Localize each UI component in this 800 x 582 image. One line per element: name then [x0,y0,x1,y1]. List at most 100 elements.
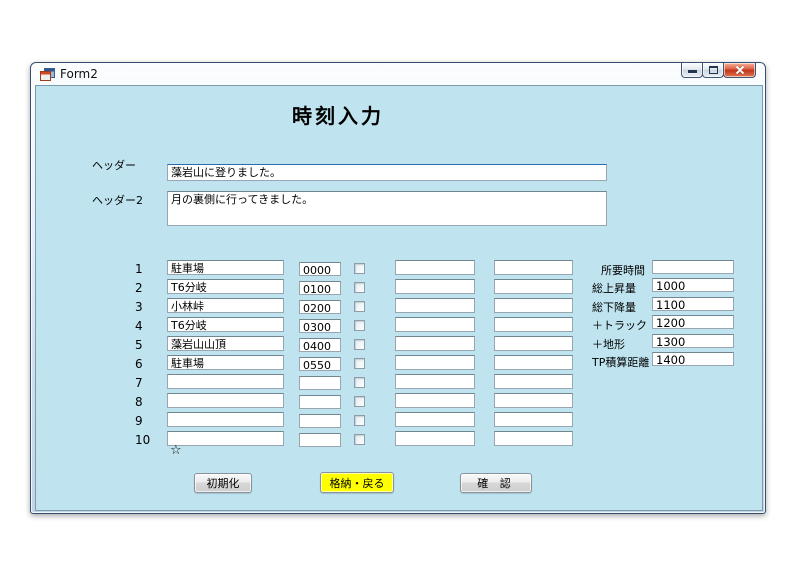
row-name-input[interactable] [167,374,284,389]
table-row: 9 [132,412,577,431]
summary-row: ＋トラック 1200 [590,315,772,333]
row-col5-input[interactable] [494,260,573,275]
summary-label: 総下降量 [592,299,636,315]
summary-label: ＋地形 [592,336,625,352]
row-col4-input[interactable] [395,317,475,332]
summary-row: 総上昇量 1000 [590,278,772,296]
row-checkbox[interactable] [354,434,365,445]
row-checkbox[interactable] [354,415,365,426]
row-col5-input[interactable] [494,431,573,446]
row-number: 2 [135,281,143,295]
summary-label: ＋トラック [592,317,647,333]
row-checkbox[interactable] [354,282,365,293]
row-number: 6 [135,357,143,371]
row-name-input[interactable]: 小林峠 [167,298,284,313]
star-label: ☆ [170,443,182,458]
row-name-input[interactable]: T6分岐 [167,317,284,332]
row-name-input[interactable]: 藻岩山山頂 [167,336,284,351]
summary-label: TP積算距離 [592,354,649,370]
row-col4-input[interactable] [395,336,475,351]
row-name-input[interactable]: T6分岐 [167,279,284,294]
row-number: 8 [135,395,143,409]
row-time-input[interactable] [299,395,341,409]
row-col5-input[interactable] [494,336,573,351]
row-col4-input[interactable] [395,355,475,370]
table-row: 7 [132,374,577,393]
row-name-input[interactable]: 駐車場 [167,260,284,275]
row-col5-input[interactable] [494,412,573,427]
table-row: 5 藻岩山山頂 0400 [132,336,577,355]
row-col5-input[interactable] [494,298,573,313]
row-col5-input[interactable] [494,355,573,370]
table-row: 8 [132,393,577,412]
row-name-input[interactable]: 駐車場 [167,355,284,370]
row-time-input[interactable] [299,414,341,428]
row-col4-input[interactable] [395,412,475,427]
row-checkbox[interactable] [354,377,365,388]
summary-label: 総上昇量 [592,280,636,296]
row-col5-input[interactable] [494,374,573,389]
row-col4-input[interactable] [395,431,475,446]
row-time-input[interactable]: 0300 [299,319,341,333]
row-number: 3 [135,300,143,314]
table-row: 10 [132,431,577,450]
row-checkbox[interactable] [354,358,365,369]
row-col5-input[interactable] [494,317,573,332]
window-title: Form2 [60,67,98,81]
summary-row: ＋地形 1300 [590,334,772,352]
row-number: 10 [135,433,150,447]
maximize-button[interactable] [702,63,724,78]
row-number: 4 [135,319,143,333]
summary-value-input[interactable]: 1300 [652,334,734,348]
row-checkbox[interactable] [354,301,365,312]
row-name-input[interactable] [167,412,284,427]
row-checkbox[interactable] [354,339,365,350]
summary-value-input[interactable] [652,260,734,274]
minimize-icon [688,70,697,73]
confirm-button[interactable]: 確 認 [460,473,532,493]
row-time-input[interactable]: 0200 [299,300,341,314]
row-checkbox[interactable] [354,320,365,331]
summary-value-input[interactable]: 1400 [652,352,734,366]
header1-label: ヘッダー [92,157,136,173]
store-return-button[interactable]: 格納・戻る [320,472,394,493]
title-bar[interactable]: Form2 [31,63,765,85]
summary-row: 総下降量 1100 [590,297,772,315]
row-checkbox[interactable] [354,263,365,274]
row-number: 9 [135,414,143,428]
table-row: 2 T6分岐 0100 [132,279,577,298]
row-col4-input[interactable] [395,298,475,313]
header1-input[interactable]: 藻岩山に登りました。 [167,164,607,181]
table-row: 4 T6分岐 0300 [132,317,577,336]
row-col4-input[interactable] [395,279,475,294]
desktop: Form2 時刻入力 ヘッダー 藻岩山に登りました。 ヘッダー2 月の裏側に行っ… [0,0,800,582]
row-col5-input[interactable] [494,393,573,408]
row-col5-input[interactable] [494,279,573,294]
close-icon [734,64,746,76]
table-row: 1 駐車場 0000 [132,260,577,279]
summary-value-input[interactable]: 1000 [652,278,734,292]
row-time-input[interactable]: 0100 [299,281,341,295]
row-time-input[interactable]: 0400 [299,338,341,352]
summary-value-input[interactable]: 1200 [652,315,734,329]
waypoint-table: 1 駐車場 0000 2 T6分岐 0100 3 [132,260,577,450]
winforms-app-icon [40,68,55,81]
initialize-button[interactable]: 初期化 [194,473,252,493]
row-col4-input[interactable] [395,374,475,389]
header2-label: ヘッダー2 [92,192,143,208]
summary-row: TP積算距離 1400 [590,352,772,370]
minimize-button[interactable] [681,63,703,78]
row-time-input[interactable]: 0000 [299,262,341,276]
row-col4-input[interactable] [395,260,475,275]
row-time-input[interactable] [299,433,341,447]
row-time-input[interactable]: 0550 [299,357,341,371]
row-checkbox[interactable] [354,396,365,407]
maximize-icon [709,66,718,74]
row-name-input[interactable] [167,393,284,408]
row-name-input[interactable] [167,431,284,446]
row-col4-input[interactable] [395,393,475,408]
row-time-input[interactable] [299,376,341,390]
summary-value-input[interactable]: 1100 [652,297,734,311]
close-button[interactable] [723,63,756,78]
header2-input[interactable]: 月の裏側に行ってきました。 [167,191,607,226]
